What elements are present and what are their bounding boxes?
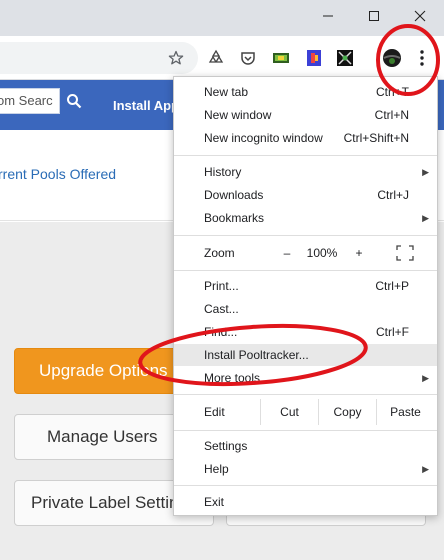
- pocket-icon[interactable]: [238, 48, 258, 68]
- title-bar: [0, 0, 444, 36]
- submenu-arrow-icon: ▶: [422, 167, 429, 177]
- copy-button[interactable]: Copy: [318, 399, 376, 425]
- menu-item-new-window[interactable]: New window Ctrl+N: [174, 104, 437, 126]
- menu-item-shortcut: Ctrl+P: [375, 279, 409, 293]
- fullscreen-icon[interactable]: [396, 245, 414, 261]
- menu-item-bookmarks[interactable]: Bookmarks ▶: [174, 207, 437, 229]
- green-extension-icon[interactable]: [271, 48, 291, 68]
- menu-item-new-tab[interactable]: New tab Ctrl+T: [174, 81, 437, 103]
- menu-separator: [174, 485, 437, 486]
- menu-item-more-tools[interactable]: More tools ▶: [174, 367, 437, 389]
- menu-item-install-pooltracker[interactable]: Install Pooltracker...: [174, 344, 437, 366]
- maximize-button[interactable]: [351, 0, 397, 32]
- edit-label: Edit: [204, 405, 225, 419]
- install-app-link[interactable]: Install App: [113, 98, 179, 113]
- menu-item-label: Print...: [204, 279, 239, 293]
- zoom-level: 100%: [306, 246, 338, 260]
- menu-item-label: New incognito window: [204, 131, 323, 145]
- menu-item-label: New tab: [204, 85, 249, 99]
- menu-item-settings[interactable]: Settings: [174, 435, 437, 457]
- browser-toolbar: [0, 36, 444, 80]
- search-button[interactable]: [62, 88, 86, 114]
- recycle-icon[interactable]: [206, 48, 226, 68]
- menu-item-shortcut: Ctrl+Shift+N: [343, 131, 409, 145]
- menu-item-new-incognito-window[interactable]: New incognito window Ctrl+Shift+N: [174, 127, 437, 149]
- menu-item-label: Install Pooltracker...: [204, 348, 309, 362]
- menu-item-label: Cast...: [204, 302, 239, 316]
- minimize-icon: [323, 15, 333, 17]
- submenu-arrow-icon: ▶: [422, 213, 429, 223]
- paste-button[interactable]: Paste: [376, 399, 434, 425]
- cut-button[interactable]: Cut: [260, 399, 318, 425]
- menu-separator: [174, 394, 437, 395]
- menu-item-label: Find...: [204, 325, 238, 339]
- search-icon: [67, 94, 82, 109]
- current-pools-link[interactable]: rrent Pools Offered: [0, 166, 116, 182]
- menu-zoom-row: Zoom – 100% +: [174, 242, 437, 264]
- menu-item-label: Exit: [204, 495, 225, 509]
- menu-item-label: Settings: [204, 439, 248, 453]
- menu-edit-row: Edit Cut Copy Paste: [174, 399, 437, 425]
- dark-extension-icon[interactable]: [335, 48, 355, 68]
- menu-item-shortcut: Ctrl+N: [374, 108, 409, 122]
- blue-extension-icon[interactable]: [304, 48, 324, 68]
- menu-separator: [174, 235, 437, 236]
- search-input[interactable]: om Searc: [0, 88, 60, 114]
- menu-item-shortcut: Ctrl+J: [377, 188, 409, 202]
- zoom-in-button[interactable]: +: [350, 242, 368, 264]
- menu-separator: [174, 430, 437, 431]
- profile-avatar[interactable]: [382, 48, 402, 68]
- kebab-menu-icon[interactable]: [412, 48, 432, 68]
- menu-item-shortcut: Ctrl+T: [376, 85, 409, 99]
- chrome-main-menu: New tab Ctrl+T New window Ctrl+N New inc…: [173, 76, 438, 516]
- menu-item-downloads[interactable]: Downloads Ctrl+J: [174, 184, 437, 206]
- submenu-arrow-icon: ▶: [422, 464, 429, 474]
- menu-item-label: Bookmarks: [204, 211, 265, 225]
- menu-separator: [174, 270, 437, 271]
- menu-item-history[interactable]: History ▶: [174, 161, 437, 183]
- close-icon: [414, 10, 426, 22]
- submenu-arrow-icon: ▶: [422, 373, 429, 383]
- menu-separator: [174, 155, 437, 156]
- menu-item-label: More tools: [204, 371, 261, 385]
- menu-item-exit[interactable]: Exit: [174, 491, 437, 513]
- menu-item-help[interactable]: Help ▶: [174, 458, 437, 480]
- minimize-button[interactable]: [305, 0, 351, 32]
- close-button[interactable]: [397, 0, 443, 32]
- menu-item-cast[interactable]: Cast...: [174, 298, 437, 320]
- menu-item-print[interactable]: Print... Ctrl+P: [174, 275, 437, 297]
- menu-item-label: Help: [204, 462, 229, 476]
- menu-item-label: History: [204, 165, 242, 179]
- star-icon[interactable]: [166, 48, 186, 68]
- menu-item-label: New window: [204, 108, 272, 122]
- menu-item-find[interactable]: Find... Ctrl+F: [174, 321, 437, 343]
- menu-item-shortcut: Ctrl+F: [376, 325, 409, 339]
- zoom-out-button[interactable]: –: [278, 242, 296, 264]
- zoom-label: Zoom: [204, 246, 235, 260]
- maximize-icon: [369, 11, 379, 21]
- menu-item-label: Downloads: [204, 188, 264, 202]
